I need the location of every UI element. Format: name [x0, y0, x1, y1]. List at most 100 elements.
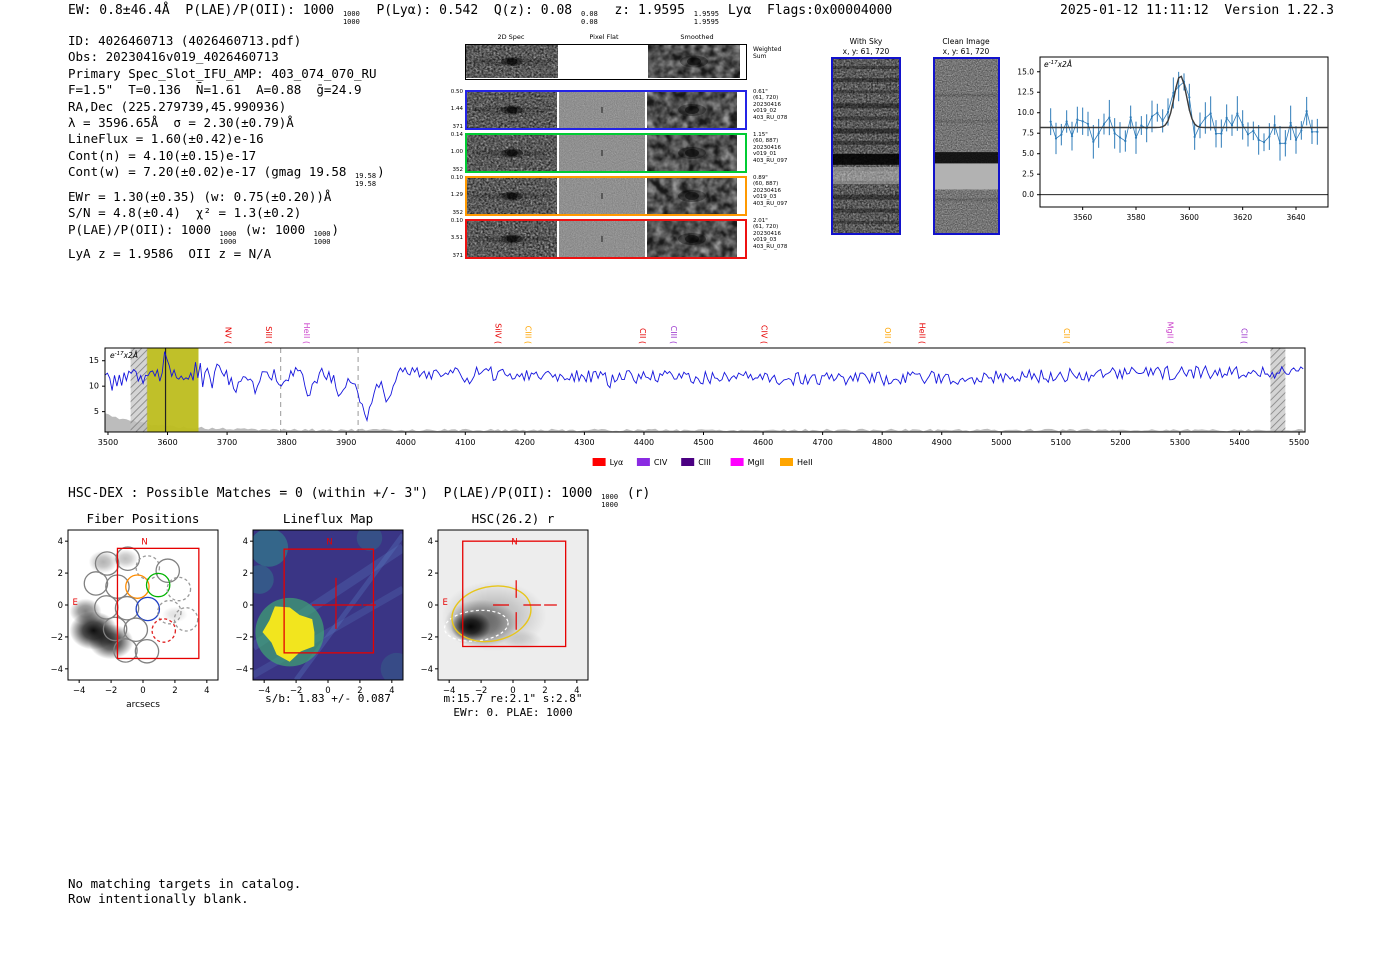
- svg-text:4100: 4100: [455, 438, 475, 447]
- stacked-fraction: 1000 1000: [601, 493, 619, 509]
- spec2d-cutout-grid: 2D Spec Pixel Flat Smoothed Weighted Sum 0.50…: [448, 33, 814, 265]
- svg-text:−4: −4: [50, 665, 63, 675]
- noise-image: [467, 178, 557, 214]
- noise-image: [647, 178, 737, 214]
- noise-image: [467, 221, 557, 257]
- svg-text:CIII (: CIII (: [669, 326, 678, 344]
- header-datetime-version: 2025-01-12 11:11:12 Version 1.22.3: [1060, 3, 1334, 18]
- stacked-fraction: 1000 1000: [313, 229, 331, 246]
- cutout-column-header: Pixel Flat: [589, 33, 619, 41]
- stacked-fraction: 19.58 19.58: [354, 172, 377, 189]
- cutout-column-header: 2D Spec: [497, 33, 525, 41]
- info-line: Primary Spec_Slot_IFU_AMP: 403_074_070_R…: [68, 66, 468, 82]
- zoomed-spectrum-plot: 0.0 2.5 5.0 7.5 10.0 12.5 15.0 3560 3580 3600 3620…: [1017, 56, 1329, 222]
- svg-text:4300: 4300: [574, 438, 594, 447]
- fiber-positions-panel: −4 −4 −2 −2 0 0 2 2 4 4 arcsecs N E: [50, 529, 219, 710]
- report-datetime: 2025-01-12 11:11:12: [1060, 3, 1209, 18]
- svg-text:e-17x2Å: e-17x2Å: [1044, 60, 1072, 69]
- svg-text:3620: 3620: [1233, 213, 1252, 222]
- svg-text:NV (: NV (: [223, 327, 232, 344]
- svg-text:MgII: MgII: [748, 458, 765, 467]
- catalog-note-2: Row intentionally blank.: [68, 891, 249, 906]
- svg-text:3600: 3600: [1180, 213, 1199, 222]
- svg-text:4800: 4800: [872, 438, 892, 447]
- svg-text:4: 4: [243, 537, 248, 547]
- svg-text:4400: 4400: [634, 438, 654, 447]
- svg-text:2: 2: [428, 569, 433, 579]
- text-segment: Obs: 20230416v019_4026460713: [68, 49, 279, 65]
- info-line: Obs: 20230416v019_4026460713: [68, 49, 468, 65]
- svg-text:7.5: 7.5: [1022, 129, 1034, 138]
- header-stats: EW: 0.8±46.4Å P(LAE)/P(OII): 1000 1000 10…: [68, 3, 892, 27]
- svg-text:−2: −2: [235, 633, 248, 643]
- svg-text:10: 10: [89, 382, 99, 391]
- svg-text:MgII (: MgII (: [1165, 322, 1174, 344]
- svg-text:2: 2: [243, 569, 248, 579]
- noise-image: [559, 92, 645, 128]
- svg-text:5400: 5400: [1229, 438, 1249, 447]
- noise-image: [467, 135, 557, 171]
- text-segment: Cont(w) = 7.20(±0.02)e-17 (gmag 19.58: [68, 164, 354, 180]
- svg-text:3640: 3640: [1286, 213, 1305, 222]
- svg-text:3580: 3580: [1126, 213, 1145, 222]
- svg-text:−4: −4: [420, 665, 433, 675]
- info-line: S/N = 4.8(±0.4) χ² = 1.3(±0.2): [68, 205, 468, 221]
- noise-image: [466, 45, 558, 78]
- detection-info-block: ID: 4026460713 (4026460713.pdf) Obs: 2023…: [68, 33, 468, 263]
- info-line: Cont(w) = 7.20(±0.02)e-17 (gmag 19.58 19…: [68, 164, 468, 189]
- svg-text:3800: 3800: [276, 438, 296, 447]
- svg-text:CII (: CII (: [638, 328, 647, 344]
- svg-text:2: 2: [172, 686, 177, 696]
- svg-text:N: N: [326, 537, 332, 547]
- noise-image: [559, 135, 645, 171]
- svg-text:HeII (: HeII (: [302, 323, 311, 344]
- svg-text:−2: −2: [420, 633, 433, 643]
- svg-text:3600: 3600: [157, 438, 177, 447]
- svg-text:4: 4: [428, 537, 433, 547]
- text-segment: EW: 0.8±46.4Å P(LAE)/P(OII): 1000: [68, 3, 342, 18]
- cutout-row-left-labels: 0.50 1.44 371: [450, 89, 463, 130]
- svg-text:15: 15: [89, 356, 99, 365]
- cutout-row-annotation: 1.15" (60, 887) 20230416 v019_01 403_RU_097: [753, 132, 788, 164]
- svg-text:−4: −4: [235, 665, 248, 675]
- cutout-row-left-labels: 0.10 3.51 371: [450, 218, 463, 259]
- cutout-row-annotation: 2.01" (61, 720) 20230416 v019_03 403_RU_078: [753, 218, 788, 250]
- info-line: F=1.5" T=0.136 N̄=1.61 A=0.88 ḡ=24.9: [68, 82, 468, 98]
- info-line: LineFlux = 1.60(±0.42)e-16: [68, 131, 468, 147]
- noise-image: [833, 59, 899, 233]
- stacked-fraction: 1.9595 1.9595: [693, 10, 720, 26]
- svg-text:CII (: CII (: [1062, 328, 1071, 344]
- noise-image: [647, 221, 737, 257]
- svg-text:15.0: 15.0: [1017, 67, 1034, 76]
- text-segment: Cont(n) = 4.10(±0.15)e-17: [68, 147, 257, 163]
- text-segment: λ = 3596.65Å σ = 2.30(±0.79)Å: [68, 115, 294, 131]
- info-line: P(LAE)/P(OII): 1000 1000 1000 (w: 1000 10…: [68, 222, 468, 247]
- noise-image: [559, 178, 645, 214]
- text-segment: F=1.5" T=0.136 N̄=1.61 A=0.88 ḡ=24.9: [68, 82, 362, 98]
- cutout-column-header: Smoothed: [680, 33, 714, 41]
- info-line: ID: 4026460713 (4026460713.pdf): [68, 33, 468, 49]
- svg-text:5: 5: [94, 407, 99, 416]
- svg-text:4: 4: [204, 686, 209, 696]
- stacked-fraction: 1000 1000: [219, 229, 237, 246]
- text-segment: S/N = 4.8(±0.4) χ² = 1.3(±0.2): [68, 205, 302, 221]
- cutout-row: [465, 176, 747, 216]
- svg-text:arcsecs: arcsecs: [126, 700, 160, 710]
- cutout-row: [465, 133, 747, 173]
- svg-text:CII (: CII (: [1239, 328, 1248, 344]
- svg-text:5.0: 5.0: [1022, 149, 1034, 158]
- info-line: EWr = 1.30(±0.35) (w: 0.75(±0.20))Å: [68, 189, 468, 205]
- weighted-sum-label: Weighted Sum: [753, 46, 782, 61]
- catalog-note-1: No matching targets in catalog.: [68, 876, 302, 891]
- cutout-row: [465, 219, 747, 259]
- svg-text:N: N: [141, 537, 147, 547]
- full-spectrum-plot: 3500 3600 3700 3800 3900 4000 4100 4200 4300 4400…: [89, 322, 1309, 467]
- svg-text:4600: 4600: [753, 438, 773, 447]
- text-segment: ): [331, 221, 340, 237]
- svg-text:CIV (: CIV (: [759, 325, 768, 344]
- noise-image: [647, 92, 737, 128]
- svg-text:E: E: [72, 598, 77, 608]
- with-sky-image: [831, 57, 901, 235]
- svg-text:4500: 4500: [693, 438, 713, 447]
- report-version: Version 1.22.3: [1224, 3, 1334, 18]
